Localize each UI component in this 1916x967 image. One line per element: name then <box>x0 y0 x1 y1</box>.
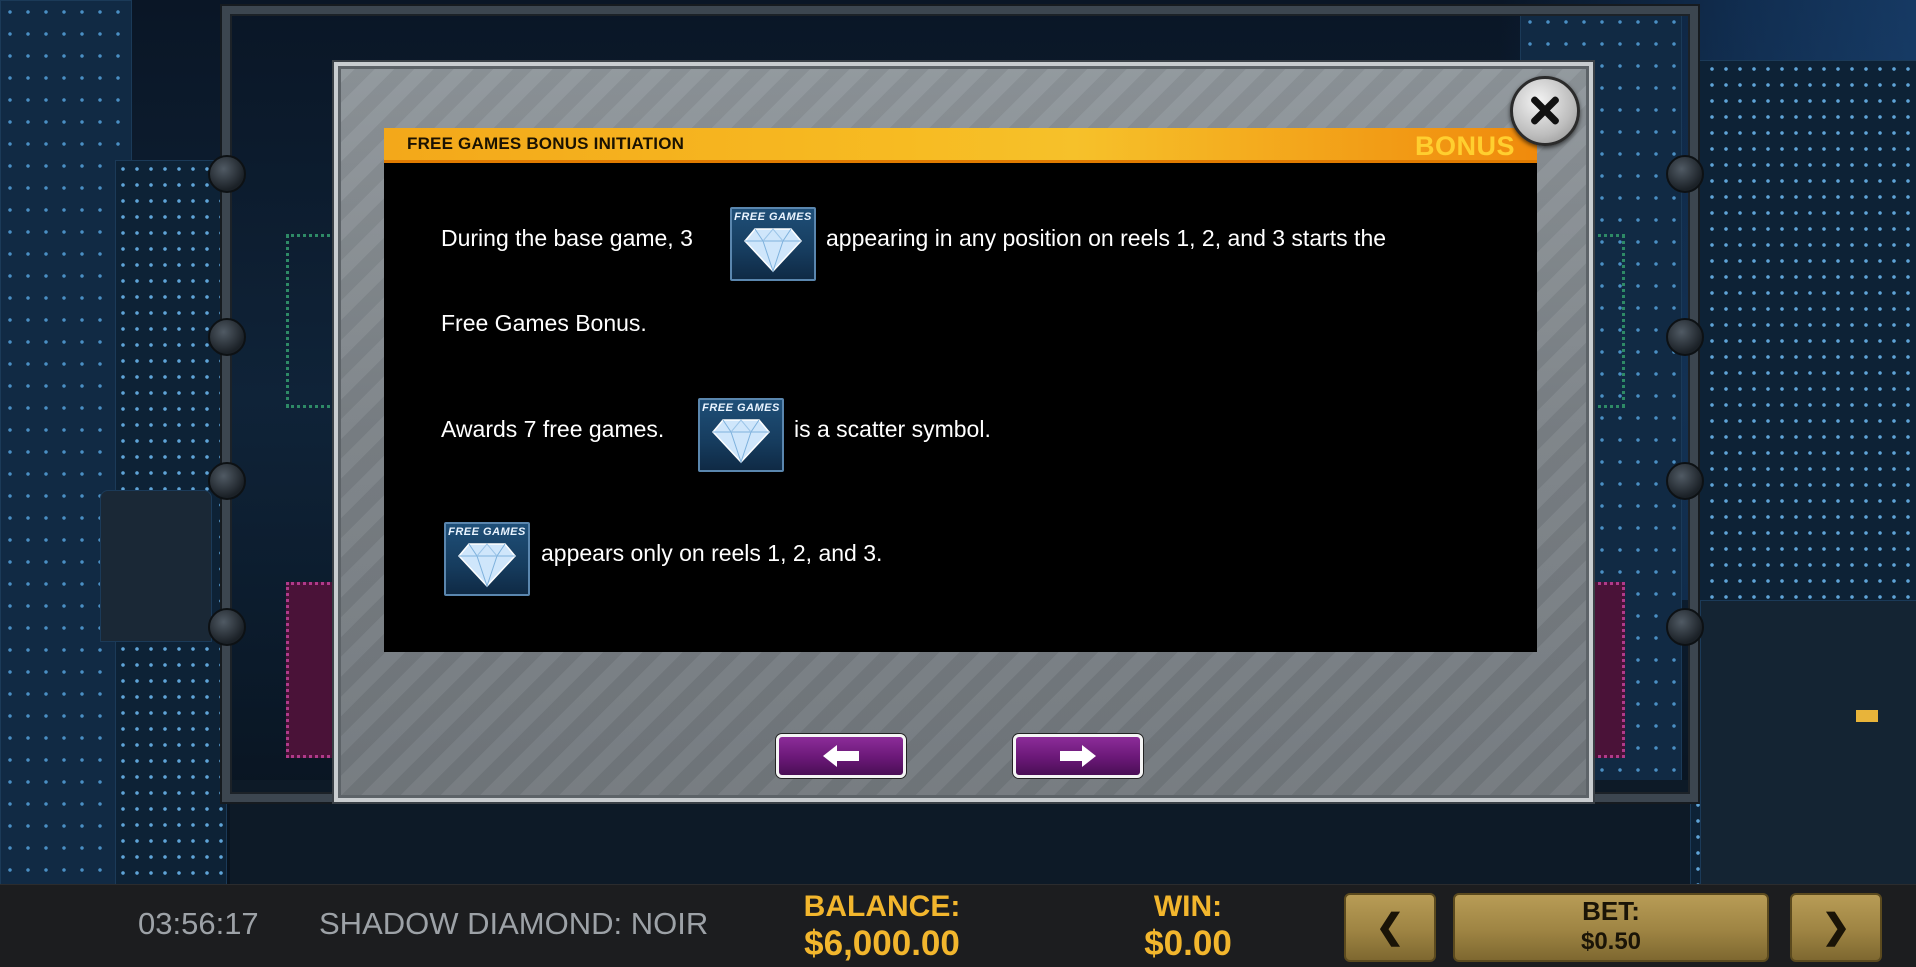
water-tower <box>100 490 212 642</box>
neon-e-sign <box>1826 658 1890 732</box>
balance-value: $6,000.00 <box>804 924 960 963</box>
frame-bolt <box>1666 318 1704 356</box>
frame-bolt <box>1666 462 1704 500</box>
section-title: FREE GAMES BONUS INITIATION <box>407 134 685 153</box>
frame-bolt <box>208 462 246 500</box>
free-games-diamond-icon: FREE GAMES <box>698 398 784 472</box>
rule-text: Awards 7 free games. <box>441 416 665 442</box>
next-page-button[interactable] <box>1013 734 1143 778</box>
frame-bolt <box>1666 155 1704 193</box>
bet-decrease-button[interactable]: ❮ <box>1344 893 1436 962</box>
clock: 03:56:17 <box>138 906 259 941</box>
section-header: FREE GAMES BONUS INITIATION BONUS <box>384 128 1537 163</box>
symbol-label: FREE GAMES <box>702 402 780 414</box>
rule-text: Free Games Bonus. <box>441 310 647 336</box>
frame-bolt <box>208 155 246 193</box>
rule-text: During the base game, 3 <box>441 225 693 251</box>
bet-label: BET: <box>1582 896 1640 926</box>
bet-value: $0.50 <box>1580 928 1642 955</box>
symbol-label: FREE GAMES <box>448 526 526 538</box>
rule-text: appears only on reels 1, 2, and 3. <box>541 540 883 566</box>
frame-bolt <box>208 318 246 356</box>
rule-text: appearing in any position on reels 1, 2,… <box>826 225 1387 251</box>
balance-label: BALANCE: <box>803 890 961 923</box>
frame-bolt <box>208 608 246 646</box>
arrow-left-icon <box>823 745 859 767</box>
previous-page-button[interactable] <box>776 734 906 778</box>
free-games-diamond-icon: FREE GAMES <box>730 207 816 281</box>
win-value: $0.00 <box>1144 924 1232 963</box>
symbol-label: FREE GAMES <box>734 211 812 223</box>
chevron-left-icon: ❮ <box>1375 908 1405 946</box>
bet-increase-button[interactable]: ❯ <box>1790 893 1882 962</box>
frame-bolt <box>1666 608 1704 646</box>
chevron-right-icon: ❯ <box>1821 908 1851 946</box>
close-icon[interactable] <box>1510 76 1580 146</box>
win-label: WIN: <box>1153 890 1223 923</box>
building <box>1700 600 1916 884</box>
game-title: SHADOW DIAMOND: NOIR <box>319 906 709 941</box>
arrow-right-icon <box>1060 745 1096 767</box>
building <box>0 0 132 884</box>
section-tag: BONUS <box>1414 131 1515 161</box>
rule-text: is a scatter symbol. <box>794 416 991 442</box>
free-games-diamond-icon: FREE GAMES <box>444 522 530 596</box>
